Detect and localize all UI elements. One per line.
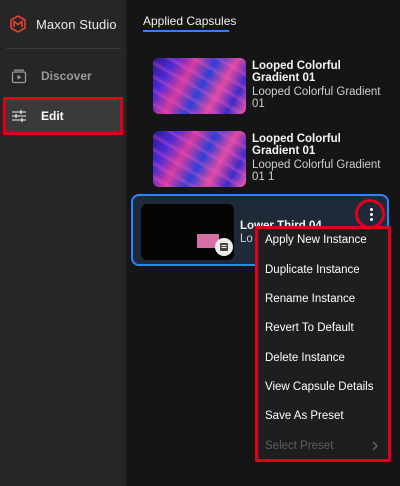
capsule-title: Looped Colorful Gradient 01 [252, 60, 341, 84]
more-options-icon[interactable] [362, 204, 380, 224]
app-name: Maxon Studio [36, 16, 117, 32]
sidebar-item-label: Discover [41, 69, 92, 83]
menu-item-view-capsule-details[interactable]: View Capsule Details [265, 376, 387, 398]
capsule-subtitle: Lo [240, 233, 253, 245]
menu-item-rename-instance[interactable]: Rename Instance [265, 288, 387, 310]
menu-item-delete-instance[interactable]: Delete Instance [265, 347, 387, 369]
capsule-thumbnail [141, 204, 234, 260]
brand-divider [6, 48, 121, 49]
capsule-subtitle: Looped Colorful Gradient 01 [252, 86, 381, 110]
capsule-badge-icon [215, 238, 233, 256]
brand: Maxon Studio [10, 12, 117, 36]
capsule-thumbnail [153, 58, 246, 114]
menu-item-label: Select Preset [265, 440, 334, 452]
menu-item-duplicate-instance[interactable]: Duplicate Instance [265, 259, 387, 281]
play-stack-icon [11, 68, 27, 84]
menu-item-apply-new-instance[interactable]: Apply New Instance [265, 229, 387, 251]
maxon-logo-icon [10, 15, 26, 33]
capsule-title: Looped Colorful Gradient 01 [252, 133, 341, 157]
sidebar: Maxon Studio Discover [0, 0, 127, 486]
capsule-card[interactable]: Looped Colorful Gradient 01 Looped Color… [131, 129, 389, 195]
capsule-card[interactable]: Looped Colorful Gradient 01 Looped Color… [131, 56, 389, 122]
sidebar-item-edit[interactable]: Edit [0, 100, 127, 132]
menu-item-save-as-preset[interactable]: Save As Preset [265, 405, 387, 427]
chevron-right-icon [372, 441, 378, 451]
tab-label: Applied Capsules [143, 14, 237, 28]
sidebar-item-label: Edit [41, 109, 64, 123]
context-menu: Apply New Instance Duplicate Instance Re… [258, 228, 390, 460]
sliders-icon [11, 108, 27, 124]
capsule-thumbnail [153, 131, 246, 187]
capsule-subtitle: Looped Colorful Gradient 01 1 [252, 159, 381, 183]
tab-active-indicator [143, 30, 229, 32]
menu-item-revert-to-default[interactable]: Revert To Default [265, 317, 387, 339]
sidebar-item-discover[interactable]: Discover [0, 60, 127, 92]
